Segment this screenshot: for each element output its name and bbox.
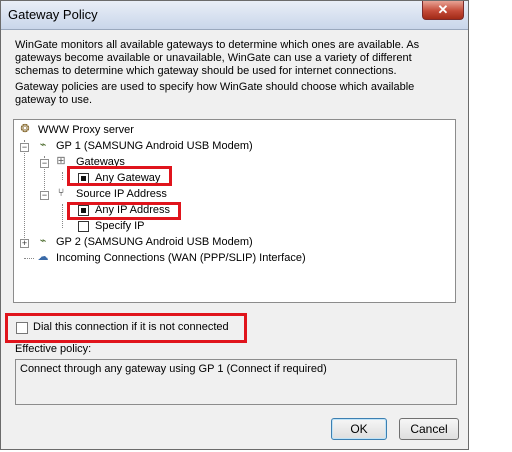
tree-connector [62,172,63,180]
tree-connector [62,204,63,228]
modem-icon: ⌁ [39,139,47,151]
tree-connector [24,140,25,244]
cancel-button[interactable]: Cancel [399,418,459,440]
effective-policy-text: Connect through any gateway using GP 1 (… [15,359,457,405]
highlight-box [67,166,172,186]
gp2-expander[interactable]: + [20,239,29,248]
dial-checkbox[interactable] [16,322,28,334]
gateways-icon: ⊞ [56,155,66,167]
tree-connector [24,258,34,259]
proxy-server-icon: ❂ [20,123,30,135]
gp1-expander[interactable]: − [20,143,29,152]
tree-node-label: Incoming Connections (WAN (PPP/SLIP) Int… [56,252,306,264]
tree-node-label: GP 1 (SAMSUNG Android USB Modem) [56,140,253,152]
tree-node-label: Specify IP [95,220,145,232]
ok-button[interactable]: OK [331,418,387,440]
gateways-expander[interactable]: − [40,159,49,168]
tree-node-label: GP 2 (SAMSUNG Android USB Modem) [56,236,253,248]
gateway-policy-dialog: Gateway Policy ✕ WinGate monitors all av… [0,0,469,450]
tree-node-label: Source IP Address [76,188,167,200]
source-ip-icon: ⑂ [57,187,65,199]
description-paragraph-1: WinGate monitors all available gateways … [15,39,420,77]
incoming-connections-icon: ☁ [37,251,49,263]
effective-policy-label: Effective policy: [15,343,92,355]
title-bar: Gateway Policy ✕ [1,1,468,30]
description-paragraph-2: Gateway policies are used to specify how… [15,81,415,106]
specify-ip-radio[interactable] [78,221,89,232]
source-ip-expander[interactable]: − [40,191,49,200]
highlight-box [67,202,181,220]
window-title: Gateway Policy [8,7,98,22]
dial-label[interactable]: Dial this connection if it is not connec… [33,321,229,333]
effective-policy-value: Connect through any gateway using GP 1 (… [20,363,327,375]
tree-node-label: WWW Proxy server [38,124,134,136]
close-button[interactable]: ✕ [422,1,464,20]
close-icon: ✕ [437,2,449,17]
modem-icon: ⌁ [39,235,47,247]
